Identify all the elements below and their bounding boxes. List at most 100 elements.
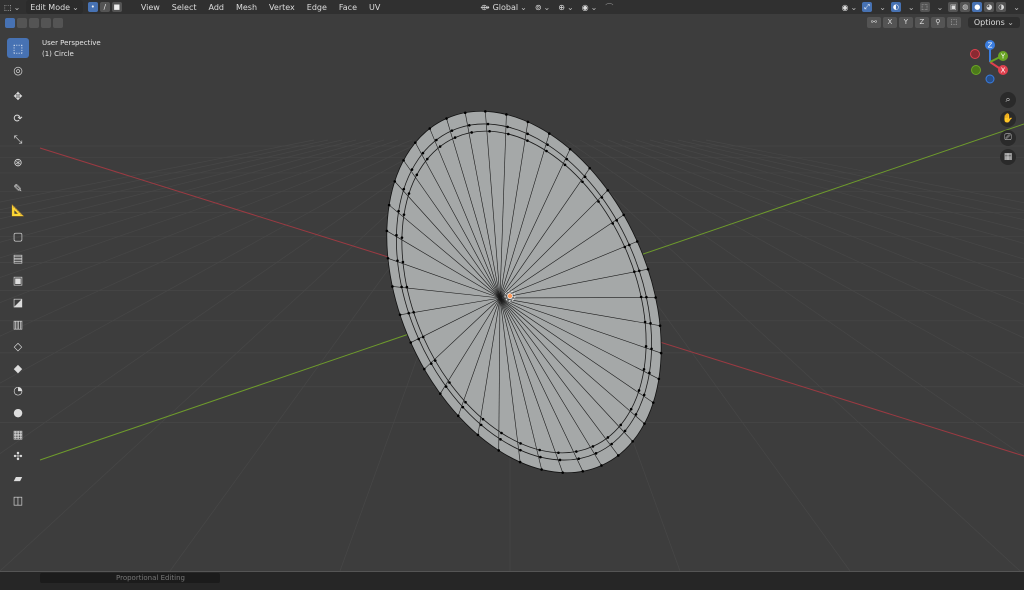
pivot-point-dropdown[interactable]: ⊚ bbox=[531, 0, 554, 14]
mesh-vertex[interactable] bbox=[615, 219, 618, 222]
mesh-vertex[interactable] bbox=[500, 432, 503, 435]
mesh-vertex[interactable] bbox=[439, 145, 442, 148]
mesh-vertex[interactable] bbox=[633, 270, 636, 273]
mesh-vertex[interactable] bbox=[540, 468, 543, 471]
menu-edge[interactable]: Edge bbox=[301, 3, 333, 12]
cursor-icon[interactable]: ◎ bbox=[7, 60, 29, 80]
mesh-vertex[interactable] bbox=[607, 436, 610, 439]
mesh-vertex[interactable] bbox=[402, 159, 405, 162]
mesh-vertex[interactable] bbox=[575, 450, 578, 453]
mesh-vertex[interactable] bbox=[640, 296, 643, 299]
perspective-grid-icon[interactable]: ▦ bbox=[1000, 149, 1016, 165]
mesh-vertex[interactable] bbox=[630, 408, 633, 411]
mesh-vertex[interactable] bbox=[592, 445, 595, 448]
mesh-vertex[interactable] bbox=[387, 257, 390, 260]
mesh-vertex[interactable] bbox=[539, 456, 542, 459]
rip-icon[interactable]: ◫ bbox=[7, 490, 29, 510]
mesh-vertex[interactable] bbox=[457, 415, 460, 418]
menu-uv[interactable]: UV bbox=[363, 3, 386, 12]
select-invert-icon[interactable] bbox=[41, 18, 51, 28]
shrink-fatten-icon[interactable]: ✣ bbox=[7, 446, 29, 466]
spin-icon[interactable]: ◔ bbox=[7, 380, 29, 400]
mirror-icon[interactable]: ⚯ bbox=[867, 17, 881, 28]
edge-select-icon[interactable]: / bbox=[100, 2, 110, 12]
mesh-vertex[interactable] bbox=[597, 200, 600, 203]
mesh-vertex[interactable] bbox=[648, 372, 651, 375]
gizmo-neg-z[interactable] bbox=[986, 75, 994, 83]
editor-type-button[interactable]: ⬚ bbox=[0, 0, 24, 14]
edge-slide-icon[interactable]: ▦ bbox=[7, 424, 29, 444]
proportional-toggle[interactable]: ◉ bbox=[578, 0, 602, 14]
mirror-z-toggle[interactable]: Z bbox=[915, 17, 929, 28]
mesh-vertex[interactable] bbox=[407, 312, 410, 315]
mesh-vertex[interactable] bbox=[499, 438, 502, 441]
mesh-vertex[interactable] bbox=[416, 174, 419, 177]
move-icon[interactable]: ✥ bbox=[7, 86, 29, 106]
mesh-vertex[interactable] bbox=[643, 422, 646, 425]
zoom-icon[interactable]: ⌕ bbox=[1000, 92, 1016, 108]
mesh-vertex[interactable] bbox=[393, 180, 396, 183]
menu-face[interactable]: Face bbox=[333, 3, 363, 12]
mesh-vertex[interactable] bbox=[400, 286, 403, 289]
select-box-icon[interactable]: ⬚ bbox=[7, 38, 29, 58]
scale-icon[interactable]: ⤡ bbox=[7, 130, 29, 150]
mesh-vertex[interactable] bbox=[399, 314, 402, 317]
mesh-vertex[interactable] bbox=[417, 338, 420, 341]
mesh-vertex[interactable] bbox=[451, 129, 454, 132]
mesh-vertex[interactable] bbox=[564, 164, 567, 167]
menu-mesh[interactable]: Mesh bbox=[230, 3, 263, 12]
mesh-vertex[interactable] bbox=[619, 424, 622, 427]
visibility-dropdown[interactable]: ◉ bbox=[838, 0, 862, 14]
mesh-vertex[interactable] bbox=[497, 449, 500, 452]
camera-view-icon[interactable]: ⎚ bbox=[1000, 130, 1016, 146]
add-cube-icon[interactable]: ▢ bbox=[7, 226, 29, 246]
mesh-vertex[interactable] bbox=[638, 269, 641, 272]
mesh-vertex[interactable] bbox=[643, 368, 646, 371]
mesh-vertex[interactable] bbox=[519, 461, 522, 464]
mesh-vertex[interactable] bbox=[422, 152, 425, 155]
select-extend-icon[interactable] bbox=[17, 18, 27, 28]
mesh-options-icon[interactable]: ⬚ bbox=[947, 17, 961, 28]
mesh-vertex[interactable] bbox=[411, 168, 414, 171]
mesh-vertex[interactable] bbox=[559, 459, 562, 462]
mesh-vertex[interactable] bbox=[638, 389, 641, 392]
mesh-vertex[interactable] bbox=[577, 457, 580, 460]
mesh-vertex[interactable] bbox=[654, 296, 657, 299]
mesh-vertex[interactable] bbox=[448, 381, 451, 384]
extrude-icon[interactable]: ▤ bbox=[7, 248, 29, 268]
mesh-vertex[interactable] bbox=[561, 471, 564, 474]
shear-icon[interactable]: ▰ bbox=[7, 468, 29, 488]
inset-icon[interactable]: ▣ bbox=[7, 270, 29, 290]
mesh-vertex[interactable] bbox=[412, 311, 415, 314]
mesh-vertex[interactable] bbox=[403, 188, 406, 191]
shading-dropdown[interactable] bbox=[1007, 0, 1024, 14]
mesh-vertex[interactable] bbox=[628, 244, 631, 247]
gizmo-dropdown[interactable] bbox=[873, 0, 890, 14]
mesh-vertex[interactable] bbox=[584, 176, 587, 179]
mesh-vertex[interactable] bbox=[480, 424, 483, 427]
mesh-vertex[interactable] bbox=[545, 150, 548, 153]
mesh-vertex[interactable] bbox=[435, 139, 438, 142]
mesh-vertex[interactable] bbox=[643, 394, 646, 397]
knife-icon[interactable]: ◇ bbox=[7, 336, 29, 356]
mesh-vertex[interactable] bbox=[430, 362, 433, 365]
mesh-overlay-dropdown[interactable] bbox=[931, 0, 948, 14]
mesh-vertex[interactable] bbox=[650, 347, 653, 350]
mesh-edit-overlay-icon[interactable]: ⬚ bbox=[920, 2, 930, 12]
mesh-vertex[interactable] bbox=[527, 121, 530, 124]
mesh-vertex[interactable] bbox=[434, 359, 437, 362]
mesh-vertex[interactable] bbox=[631, 440, 634, 443]
xray-toggle-icon[interactable]: ▣ bbox=[948, 2, 958, 12]
mesh-vertex[interactable] bbox=[422, 336, 425, 339]
mesh-vertex[interactable] bbox=[601, 196, 604, 199]
mesh-vertex[interactable] bbox=[645, 296, 648, 299]
snap-toggle[interactable]: ⊕ bbox=[554, 0, 577, 14]
overlay-toggle-icon[interactable]: ◐ bbox=[891, 2, 901, 12]
circle-mesh[interactable] bbox=[333, 68, 714, 516]
shading-rendered-icon[interactable]: ◑ bbox=[996, 2, 1006, 12]
mesh-vertex[interactable] bbox=[505, 113, 508, 116]
mesh-vertex[interactable] bbox=[454, 136, 457, 139]
mesh-vertex[interactable] bbox=[600, 464, 603, 467]
mesh-vertex[interactable] bbox=[402, 261, 405, 264]
mesh-vertex[interactable] bbox=[617, 454, 620, 457]
